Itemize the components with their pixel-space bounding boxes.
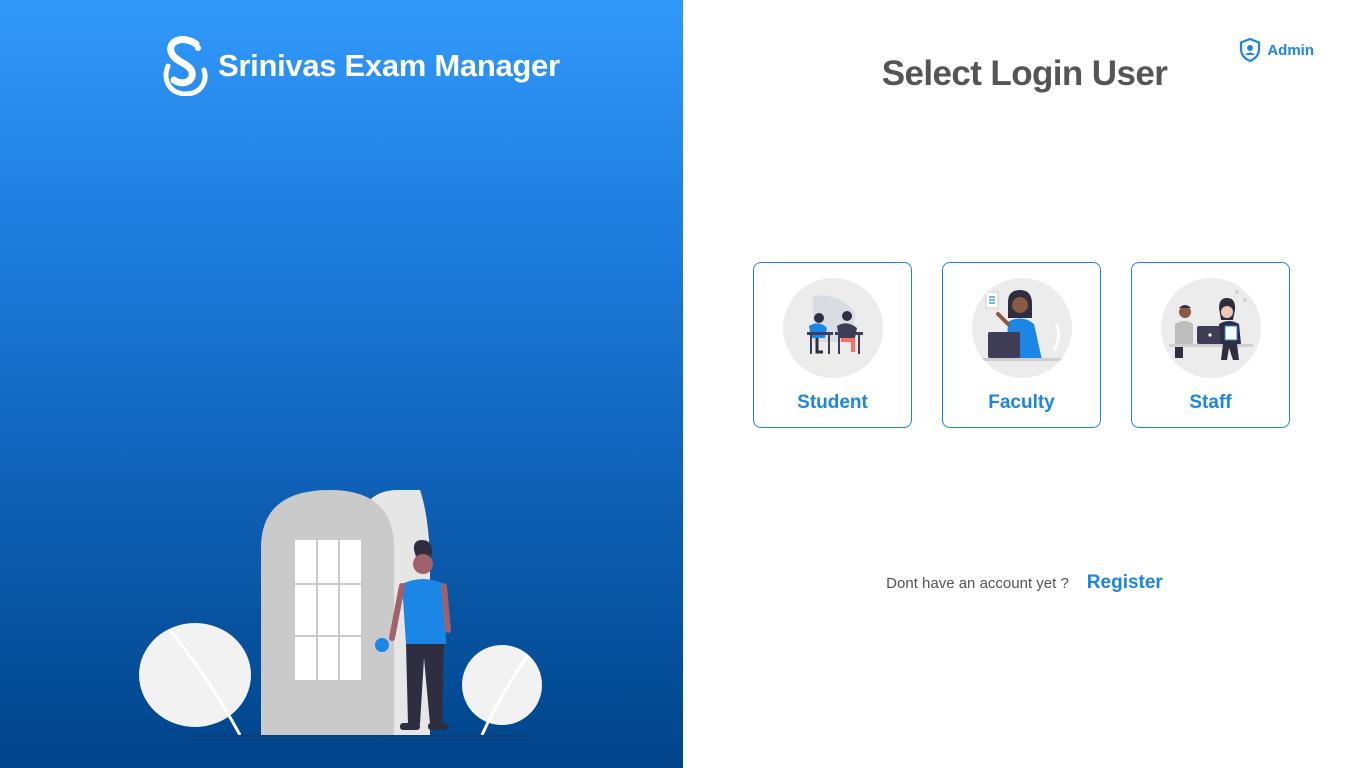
brand-panel: Srinivas Exam Manager	[0, 0, 683, 768]
page-title: Select Login User	[881, 54, 1168, 93]
register-row: Dont have an account yet ? Register	[683, 572, 1366, 594]
login-panel: Admin Select Login User Student Faculty …	[683, 0, 1366, 768]
register-link[interactable]: Register	[1087, 572, 1163, 594]
user-type-list: Student Faculty Staff	[753, 262, 1290, 428]
student-label: Student	[797, 392, 868, 413]
faculty-avatar	[972, 278, 1072, 378]
faculty-card[interactable]: Faculty	[942, 262, 1101, 428]
register-prompt: Dont have an account yet ?	[886, 574, 1069, 592]
faculty-label: Faculty	[988, 392, 1055, 413]
staff-avatar	[1161, 278, 1261, 378]
brand-title: Srinivas Exam Manager	[218, 48, 560, 83]
brand-header: Srinivas Exam Manager	[160, 36, 560, 96]
staff-label: Staff	[1189, 392, 1232, 413]
student-avatar	[783, 278, 883, 378]
students-at-desks-illustration	[807, 295, 863, 354]
faculty-laptop-illustration	[982, 290, 1062, 361]
staff-card[interactable]: Staff	[1131, 262, 1290, 428]
door-person-illustration	[139, 490, 542, 737]
student-card[interactable]: Student	[753, 262, 912, 428]
srinivas-logo-icon	[163, 36, 208, 96]
staff-office-illustration	[1169, 290, 1253, 360]
